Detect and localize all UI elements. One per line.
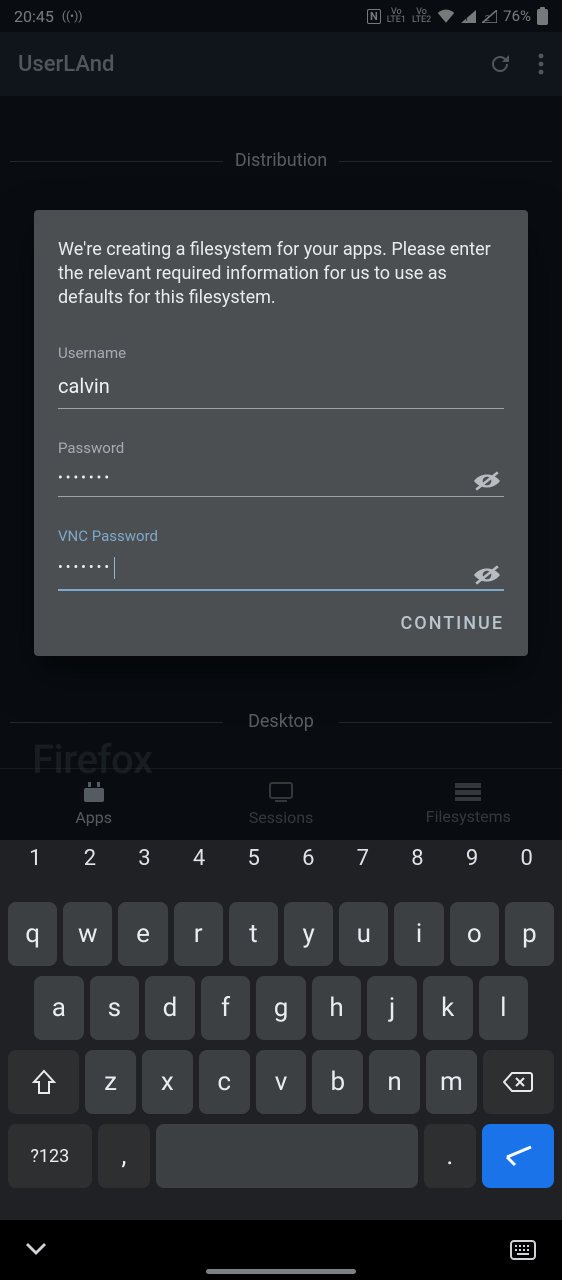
key-l[interactable]: l [479,976,529,1040]
key-s[interactable]: s [90,976,140,1040]
num-1[interactable]: 1 [8,846,63,890]
username-field: Username [58,344,504,409]
collapse-keyboard-icon[interactable] [26,1243,46,1257]
switch-keyboard-icon[interactable] [510,1240,536,1260]
password-input[interactable] [58,468,504,497]
key-f[interactable]: f [201,976,251,1040]
num-7[interactable]: 7 [336,846,391,890]
username-input[interactable] [58,372,504,409]
key-k[interactable]: k [423,976,473,1040]
key-a[interactable]: a [34,976,84,1040]
key-v[interactable]: v [256,1050,307,1114]
filesystem-dialog: We're creating a filesystem for your app… [34,210,528,656]
num-4[interactable]: 4 [172,846,227,890]
kbd-row-4: ?123 , . [0,1124,562,1188]
key-p[interactable]: p [505,902,554,966]
key-t[interactable]: t [229,902,278,966]
num-5[interactable]: 5 [226,846,281,890]
key-c[interactable]: c [199,1050,250,1114]
shift-key[interactable] [8,1050,79,1114]
key-n[interactable]: n [369,1050,420,1114]
key-q[interactable]: q [8,902,57,966]
num-2[interactable]: 2 [63,846,118,890]
num-6[interactable]: 6 [281,846,336,890]
vnc-visibility-icon[interactable] [474,565,500,585]
vnc-password-input[interactable]: ••••••• [58,555,504,591]
key-h[interactable]: h [312,976,362,1040]
kbd-row-3: zxcvbnm [0,1050,562,1114]
password-field: Password [58,439,504,497]
num-8[interactable]: 8 [390,846,445,890]
soft-keyboard: 1234567890 qwertyuiop asdfghjkl zxcvbnm … [0,840,562,1220]
key-j[interactable]: j [367,976,417,1040]
continue-button[interactable]: CONTINUE [401,613,504,634]
key-u[interactable]: u [339,902,388,966]
key-m[interactable]: m [426,1050,477,1114]
backspace-key[interactable] [483,1050,554,1114]
password-label: Password [58,439,504,457]
key-x[interactable]: x [142,1050,193,1114]
space-key[interactable] [156,1124,418,1188]
num-3[interactable]: 3 [117,846,172,890]
vnc-password-field: VNC Password ••••••• [58,527,504,591]
comma-key[interactable]: , [98,1124,150,1188]
gesture-bar[interactable] [206,1269,356,1274]
num-0[interactable]: 0 [499,846,554,890]
username-label: Username [58,344,504,362]
system-nav-bar [0,1220,562,1280]
num-9[interactable]: 9 [445,846,500,890]
key-b[interactable]: b [312,1050,363,1114]
key-z[interactable]: z [85,1050,136,1114]
key-i[interactable]: i [394,902,443,966]
key-o[interactable]: o [450,902,499,966]
key-w[interactable]: w [63,902,112,966]
key-e[interactable]: e [118,902,167,966]
symbols-key[interactable]: ?123 [8,1124,92,1188]
text-cursor [114,557,115,579]
vnc-password-label: VNC Password [58,527,504,545]
period-key[interactable]: . [424,1124,476,1188]
kbd-number-row: 1234567890 [0,846,562,890]
enter-key[interactable] [482,1124,554,1188]
key-d[interactable]: d [145,976,195,1040]
dialog-message: We're creating a filesystem for your app… [58,238,504,310]
key-r[interactable]: r [174,902,223,966]
key-y[interactable]: y [284,902,333,966]
password-visibility-icon[interactable] [474,471,500,491]
kbd-row-2: asdfghjkl [0,976,562,1040]
key-g[interactable]: g [256,976,306,1040]
kbd-row-1: qwertyuiop [0,902,562,966]
